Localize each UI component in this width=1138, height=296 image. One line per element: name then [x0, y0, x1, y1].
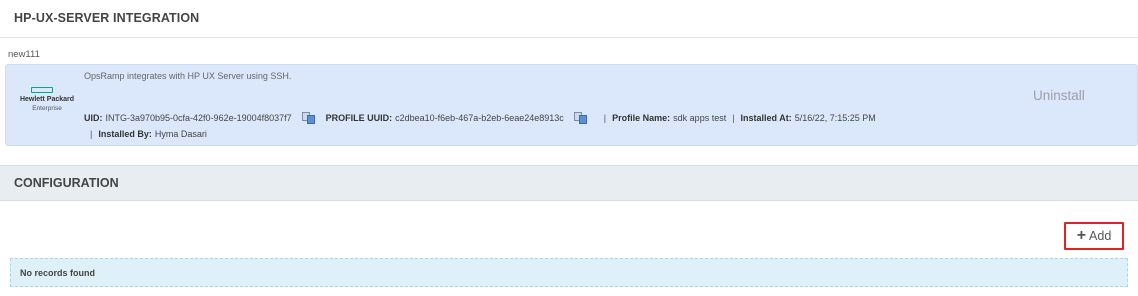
separator: | [732, 113, 735, 123]
copy-icon[interactable] [573, 112, 588, 124]
profile-name-label: Profile Name: [612, 113, 671, 123]
installed-at-value: 5/16/22, 7:15:25 PM [794, 113, 876, 123]
logo-text-line2: Enterprise [32, 105, 62, 112]
page-header: HP-UX-SERVER INTEGRATION [0, 0, 1138, 38]
uid-value: INTG-3a970b95-0cfa-42f0-962e-19004f8037f… [105, 113, 292, 123]
logo-text-line1: Hewlett Packard [19, 96, 75, 103]
add-button[interactable]: + Add [1064, 222, 1124, 250]
uid-label: UID: [84, 113, 103, 123]
installed-at-label: Installed At: [740, 113, 792, 123]
separator: | [603, 113, 607, 123]
installed-by-value: Hyma Dasari [154, 129, 207, 139]
add-button-label: Add [1089, 229, 1112, 243]
copy-icon[interactable] [301, 112, 316, 124]
plus-icon: + [1076, 227, 1087, 244]
empty-state: No records found [10, 258, 1128, 287]
configuration-header: CONFIGURATION [0, 165, 1138, 201]
integration-meta-row: UID: INTG-3a970b95-0cfa-42f0-962e-19004f… [84, 112, 876, 124]
profile-uuid-value: c2dbea10-f6eb-467a-b2eb-6eae24e8913c [395, 113, 564, 123]
hpe-logo-icon [31, 87, 53, 93]
empty-state-text: No records found [20, 268, 96, 278]
integration-meta-row-2: | Installed By: Hyma Dasari [84, 129, 207, 139]
profile-name-value: sdk apps test [673, 113, 727, 123]
profile-uuid-label: PROFILE UUID: [325, 113, 393, 123]
page-title: HP-UX-SERVER INTEGRATION [14, 11, 200, 25]
uninstall-button[interactable]: Uninstall [1033, 88, 1085, 103]
installed-by-label: Installed By: [98, 129, 152, 139]
configuration-title: CONFIGURATION [14, 176, 119, 190]
hpe-logo: Hewlett Packard Enterprise [16, 87, 78, 117]
integration-description: OpsRamp integrates with HP UX Server usi… [84, 71, 292, 81]
integration-card: Hewlett Packard Enterprise OpsRamp integ… [5, 64, 1138, 146]
separator: | [90, 129, 93, 139]
instance-name: new111 [8, 49, 40, 60]
